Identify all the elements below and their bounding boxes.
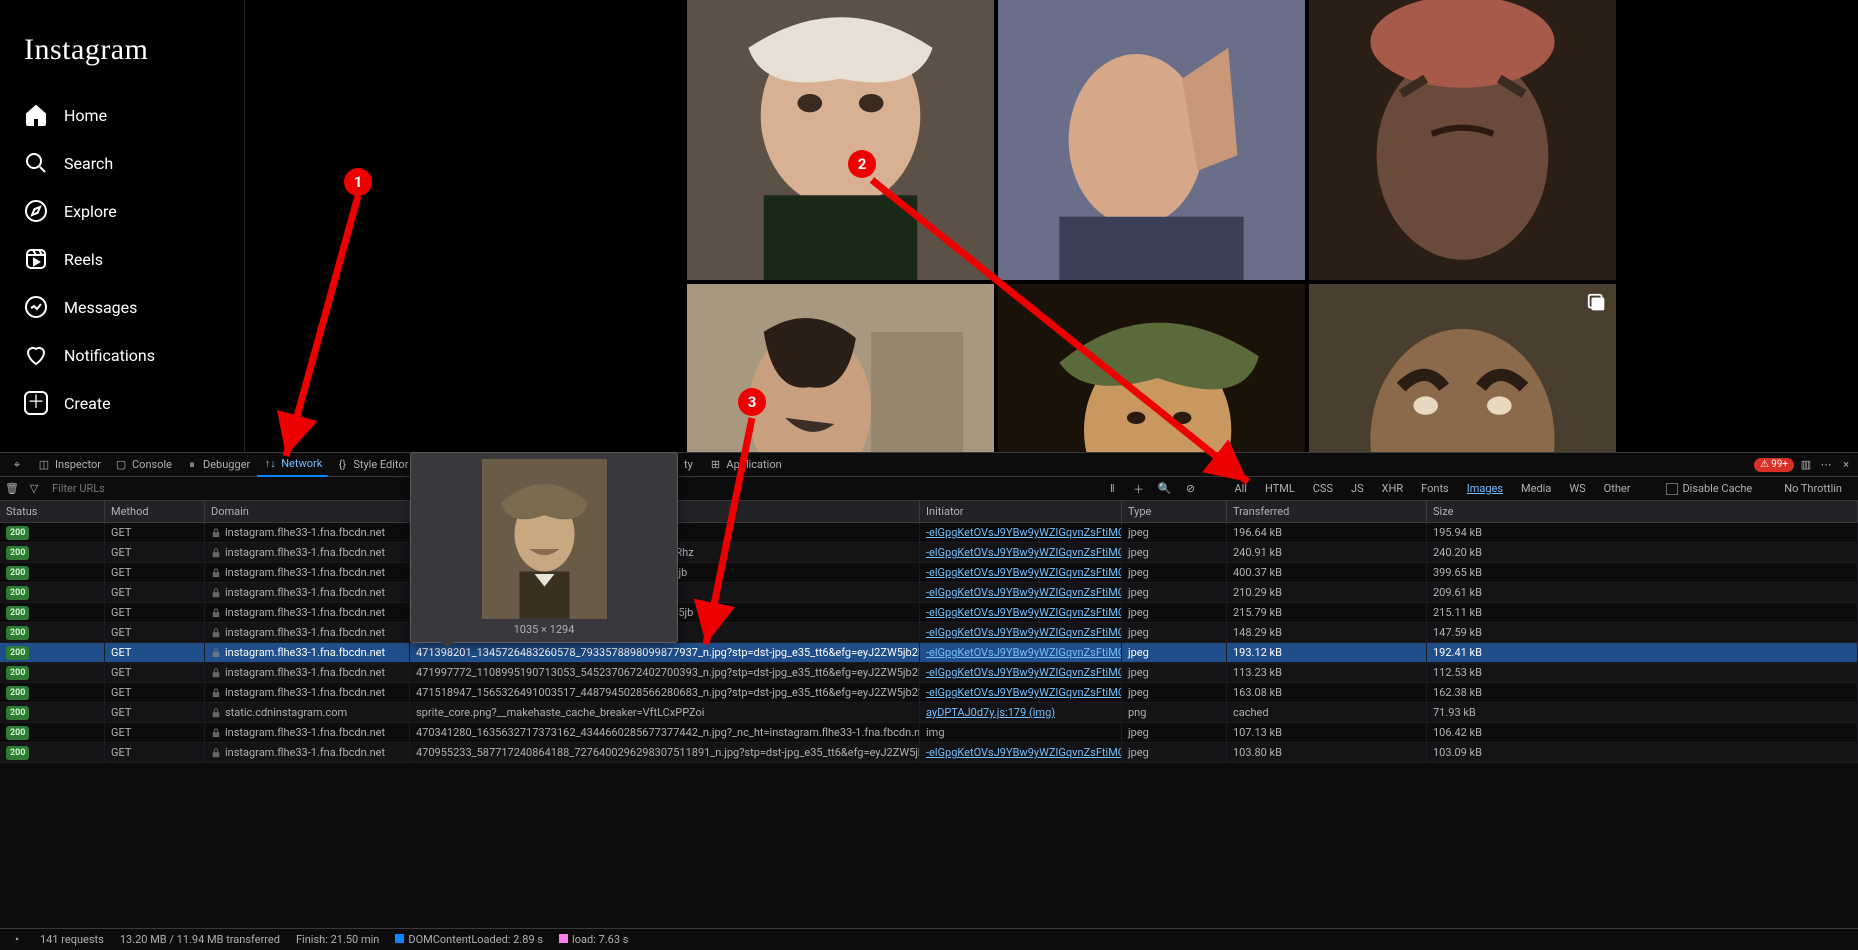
status-dom: DOMContentLoaded: 2.89 s — [395, 933, 543, 946]
nav-notifications[interactable]: Notifications — [12, 331, 232, 379]
nav-label: Reels — [64, 250, 103, 269]
status-finish: Finish: 21.50 min — [296, 933, 379, 946]
grid-cell[interactable] — [687, 0, 994, 280]
devtools: ⌖ ◫Inspector ▢Console ⏸Debugger ↑↓Networ… — [0, 452, 1858, 950]
reels-icon — [24, 247, 48, 271]
devtools-toolbar: ⌖ ◫Inspector ▢Console ⏸Debugger ↑↓Networ… — [0, 453, 1858, 477]
table-row[interactable]: 200GETinstagram.flhe33-1.fna.fbcdn.net=d… — [0, 543, 1858, 563]
annotation-pin-3: 3 — [738, 388, 766, 416]
nav-home[interactable]: Home — [12, 91, 232, 139]
dock-options-icon[interactable]: ⋯ — [1818, 457, 1834, 473]
filter-all[interactable]: All — [1230, 480, 1251, 497]
image-hover-preview: 1035 × 1294 — [410, 452, 678, 643]
col-type[interactable]: Type — [1122, 501, 1227, 522]
nav-label: Home — [64, 106, 107, 125]
tab-accessibility[interactable]: ty — [675, 454, 701, 476]
filter-ws[interactable]: WS — [1565, 480, 1589, 497]
heart-icon — [24, 343, 48, 367]
col-size[interactable]: Size — [1427, 501, 1858, 522]
tab-style-editor[interactable]: {}Style Editor — [329, 454, 414, 476]
table-row[interactable]: 200GETinstagram.flhe33-1.fna.fbcdn.net=-… — [0, 603, 1858, 623]
filter-fonts[interactable]: Fonts — [1417, 480, 1453, 497]
filter-icon: ▽ — [26, 481, 42, 497]
nav-label: Explore — [64, 202, 117, 221]
status-transferred: 13.20 MB / 11.94 MB transferred — [120, 933, 280, 946]
search-icon — [24, 151, 48, 175]
preview-thumbnail — [482, 459, 607, 619]
logo[interactable]: Instagram — [12, 8, 232, 83]
status-requests: 141 requests — [40, 933, 104, 946]
status-load: load: 7.63 s — [559, 933, 628, 946]
table-row[interactable]: 200GETinstagram.flhe33-1.fna.fbcdn.net=d… — [0, 583, 1858, 603]
nav-search[interactable]: Search — [12, 139, 232, 187]
col-transferred[interactable]: Transferred — [1227, 501, 1427, 522]
block-icon[interactable]: ⊘ — [1182, 481, 1198, 497]
tab-application[interactable]: ⊞Application — [702, 454, 787, 476]
annotation-pin-1: 1 — [344, 168, 372, 196]
col-method[interactable]: Method — [105, 501, 205, 522]
nav-label: Messages — [64, 298, 137, 317]
filter-images[interactable]: Images — [1463, 480, 1507, 497]
content-grid-area — [245, 0, 1858, 452]
table-header: Status Method Domain File Initiator Type… — [0, 501, 1858, 523]
table-row[interactable]: 200GETinstagram.flhe33-1.fna.fbcdn.net-1… — [0, 563, 1858, 583]
carousel-icon — [1586, 292, 1608, 314]
nav: Home Search Explore Reels Messages Notif… — [12, 91, 232, 427]
tab-console[interactable]: ▢Console — [108, 454, 178, 476]
network-table: Status Method Domain File Initiator Type… — [0, 501, 1858, 763]
throttling-select[interactable]: No Throttlin — [1780, 480, 1846, 497]
grid-cell[interactable] — [998, 0, 1305, 280]
filter-xhr[interactable]: XHR — [1378, 480, 1408, 497]
plus-icon: ＋ — [24, 391, 48, 415]
compass-icon — [24, 199, 48, 223]
table-body: 200GETinstagram.flhe33-1.fna.fbcdn.net5_… — [0, 523, 1858, 763]
tab-inspector[interactable]: ◫Inspector — [31, 454, 107, 476]
network-filter-bar: 🗑 ▽ ‖ ＋ 🔍 ⊘ All HTML CSS JS XHR Fonts Im… — [0, 477, 1858, 501]
grid-cell[interactable] — [1309, 0, 1616, 280]
table-row[interactable]: 200GETinstagram.flhe33-1.fna.fbcdn.net47… — [0, 743, 1858, 763]
filter-urls-input[interactable] — [48, 480, 198, 497]
table-row[interactable]: 200GETinstagram.flhe33-1.fna.fbcdn.net47… — [0, 683, 1858, 703]
home-icon — [24, 103, 48, 127]
filter-js[interactable]: JS — [1347, 480, 1368, 497]
search-icon[interactable]: 🔍 — [1156, 481, 1172, 497]
table-row[interactable]: 200GETinstagram.flhe33-1.fna.fbcdn.nett-… — [0, 623, 1858, 643]
messages-icon — [24, 295, 48, 319]
nav-label: Create — [64, 394, 111, 413]
pick-element-button[interactable]: ⌖ — [4, 454, 30, 476]
nav-label: Search — [64, 154, 113, 173]
nav-explore[interactable]: Explore — [12, 187, 232, 235]
filter-media[interactable]: Media — [1517, 480, 1555, 497]
nav-reels[interactable]: Reels — [12, 235, 232, 283]
col-domain[interactable]: Domain — [205, 501, 410, 522]
filter-html[interactable]: HTML — [1261, 480, 1299, 497]
tab-debugger[interactable]: ⏸Debugger — [179, 454, 256, 476]
close-devtools-icon[interactable]: × — [1838, 457, 1854, 473]
responsive-mode-icon[interactable]: ▥ — [1798, 457, 1814, 473]
col-initiator[interactable]: Initiator — [920, 501, 1122, 522]
preview-dimensions: 1035 × 1294 — [417, 623, 671, 636]
nav-messages[interactable]: Messages — [12, 283, 232, 331]
table-row[interactable]: 200GETinstagram.flhe33-1.fna.fbcdn.net47… — [0, 723, 1858, 743]
col-status[interactable]: Status — [0, 501, 105, 522]
table-row[interactable]: 200GETinstagram.flhe33-1.fna.fbcdn.net47… — [0, 663, 1858, 683]
table-row[interactable]: 200GETstatic.cdninstagram.comsprite_core… — [0, 703, 1858, 723]
error-count-badge[interactable]: ⚠99+ — [1754, 458, 1794, 472]
perf-icon[interactable]: ◔ — [8, 932, 24, 948]
nav-label: Notifications — [64, 346, 155, 365]
annotation-pin-2: 2 — [848, 150, 876, 178]
table-row[interactable]: 200GETinstagram.flhe33-1.fna.fbcdn.net47… — [0, 643, 1858, 663]
add-icon[interactable]: ＋ — [1130, 481, 1146, 497]
disable-cache-checkbox[interactable]: Disable Cache — [1666, 482, 1752, 495]
post-grid — [687, 0, 1616, 452]
nav-create[interactable]: ＋ Create — [12, 379, 232, 427]
tab-network[interactable]: ↑↓Network — [257, 453, 328, 477]
clear-icon[interactable]: 🗑 — [4, 481, 20, 497]
sidebar: Instagram Home Search Explore Reels Mess… — [0, 0, 245, 452]
filter-other[interactable]: Other — [1600, 480, 1635, 497]
network-status-bar: ◔ 141 requests 13.20 MB / 11.94 MB trans… — [0, 928, 1858, 950]
filter-css[interactable]: CSS — [1309, 480, 1337, 497]
pause-icon[interactable]: ‖ — [1104, 481, 1120, 497]
table-row[interactable]: 200GETinstagram.flhe33-1.fna.fbcdn.net5_… — [0, 523, 1858, 543]
